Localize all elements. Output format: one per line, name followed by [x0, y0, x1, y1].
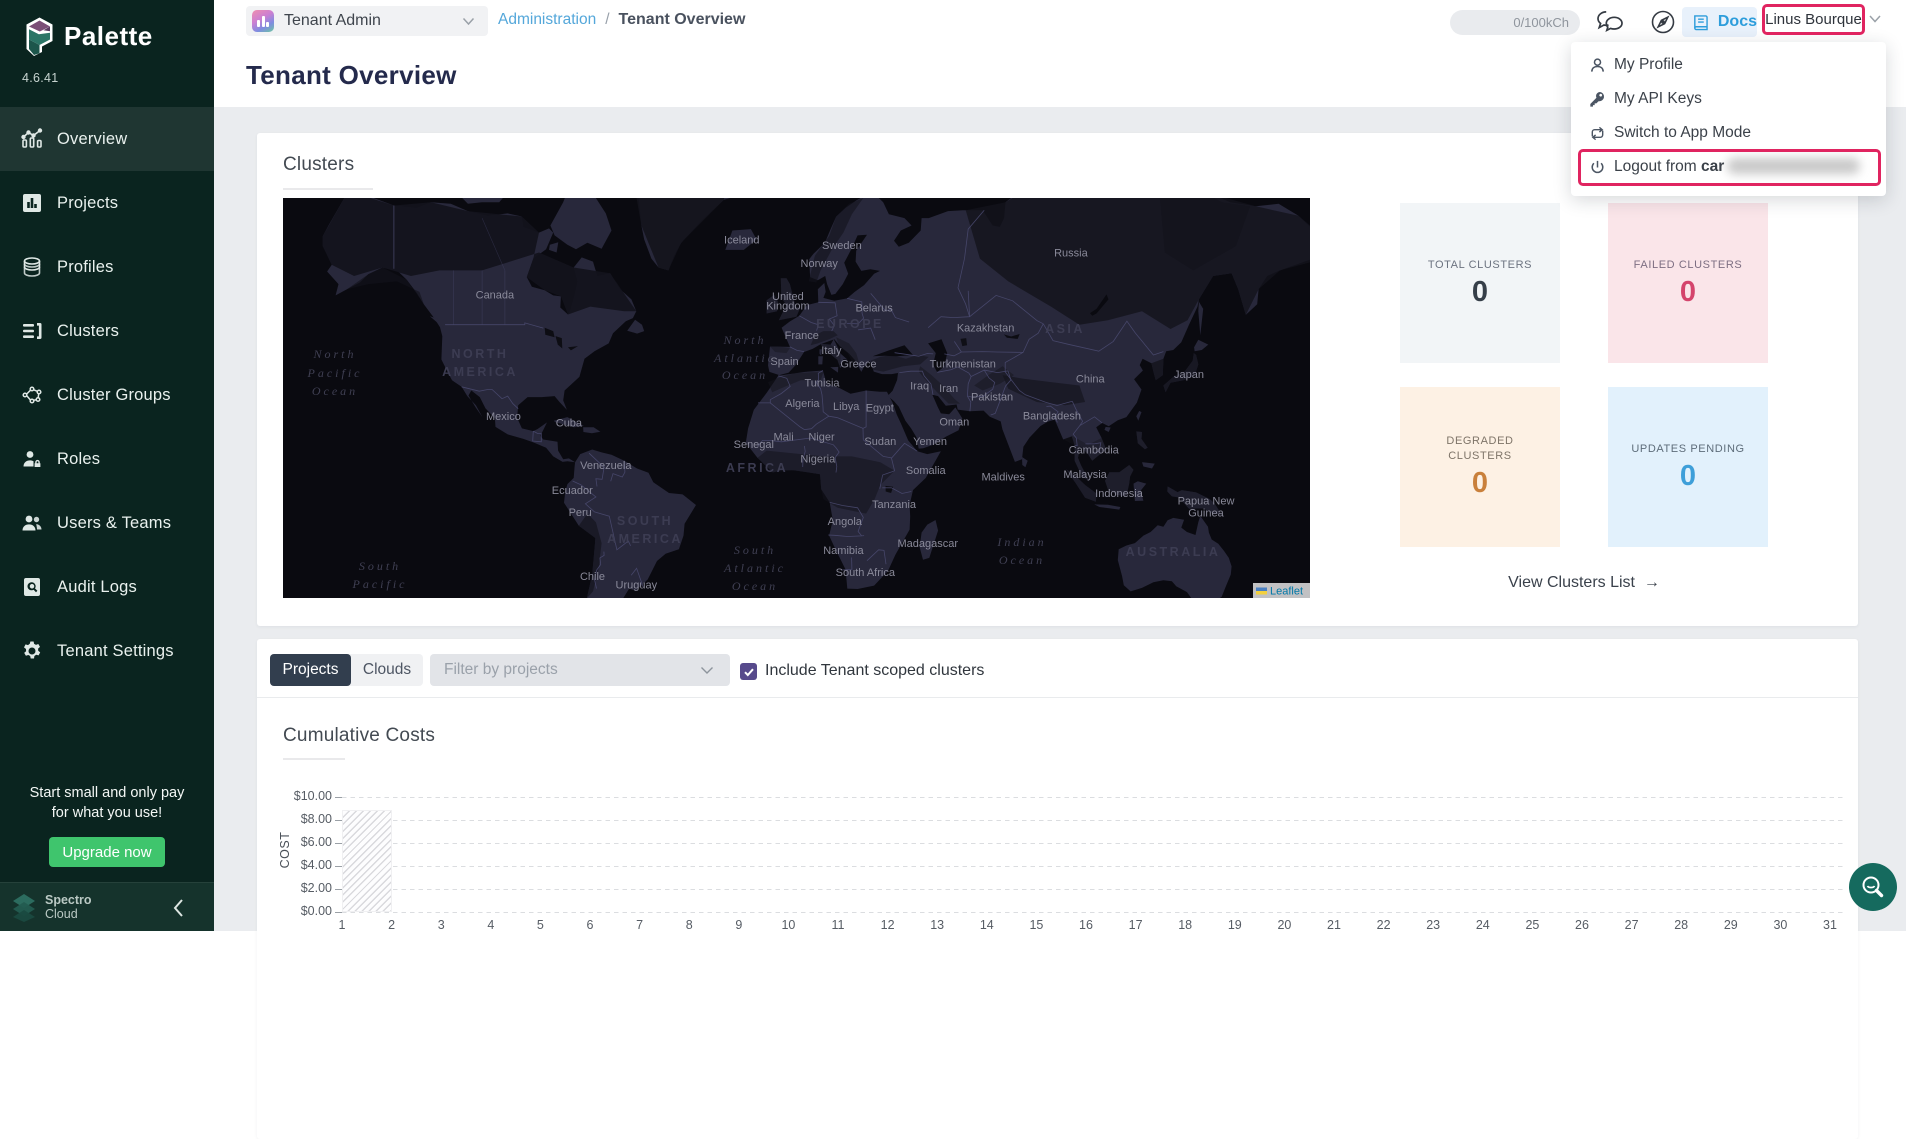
svg-text:Algeria: Algeria [785, 398, 820, 410]
svg-text:Pacific: Pacific [307, 366, 363, 380]
svg-text:Kazakhstan: Kazakhstan [957, 323, 1014, 335]
svg-text:Canada: Canada [476, 289, 515, 301]
svg-text:Ocean: Ocean [999, 553, 1045, 567]
svg-text:Pakistan: Pakistan [971, 392, 1013, 404]
svg-text:Venezuela: Venezuela [580, 460, 632, 472]
svg-text:SOUTH: SOUTH [617, 514, 673, 528]
svg-text:Chile: Chile [580, 571, 605, 583]
svg-text:China: China [1076, 374, 1106, 386]
svg-text:Papua New: Papua New [1178, 495, 1235, 507]
svg-text:Turkmenistan: Turkmenistan [930, 358, 996, 370]
svg-text:ASIA: ASIA [1045, 322, 1085, 336]
svg-text:Japan: Japan [1174, 369, 1204, 381]
svg-text:Namibia: Namibia [823, 545, 864, 557]
svg-text:Mali: Mali [774, 432, 794, 444]
svg-text:Norway: Norway [801, 258, 839, 270]
svg-text:Bangladesh: Bangladesh [1023, 410, 1081, 422]
svg-text:Indian: Indian [996, 535, 1046, 549]
svg-text:AMERICA: AMERICA [442, 365, 518, 379]
svg-text:EUROPE: EUROPE [816, 317, 884, 331]
svg-text:France: France [785, 330, 819, 342]
svg-text:Tunisia: Tunisia [804, 378, 840, 390]
svg-text:AUSTRALIA: AUSTRALIA [1126, 545, 1221, 559]
svg-text:Cambodia: Cambodia [1069, 445, 1120, 457]
svg-text:Somalia: Somalia [906, 465, 947, 477]
svg-text:AMERICA: AMERICA [607, 532, 683, 546]
svg-text:Peru: Peru [569, 507, 592, 519]
svg-text:Iceland: Iceland [724, 235, 759, 247]
svg-text:Iraq: Iraq [910, 381, 929, 393]
svg-text:Guinea: Guinea [1188, 507, 1224, 519]
svg-text:Maldives: Maldives [981, 472, 1025, 484]
svg-text:Ocean: Ocean [312, 384, 358, 398]
svg-text:Leaflet: Leaflet [1270, 586, 1303, 598]
svg-text:Niger: Niger [808, 432, 835, 444]
svg-text:Oman: Oman [939, 416, 969, 428]
svg-text:Ocean: Ocean [722, 368, 768, 382]
svg-text:Angola: Angola [828, 516, 863, 528]
svg-text:South: South [359, 559, 401, 573]
svg-text:South: South [734, 543, 776, 557]
svg-text:AFRICA: AFRICA [726, 461, 788, 475]
svg-text:Madagascar: Madagascar [898, 538, 959, 550]
svg-text:Belarus: Belarus [855, 303, 893, 315]
svg-text:Senegal: Senegal [734, 439, 774, 451]
svg-text:Italy: Italy [821, 345, 842, 357]
svg-text:Ocean: Ocean [732, 579, 778, 593]
svg-text:Cuba: Cuba [556, 417, 583, 429]
svg-text:North: North [722, 333, 766, 347]
svg-text:Kingdom: Kingdom [766, 301, 809, 313]
svg-text:Atlantic: Atlantic [723, 561, 786, 575]
svg-text:Mexico: Mexico [486, 411, 521, 423]
svg-text:Libya: Libya [833, 401, 860, 413]
svg-text:Sweden: Sweden [822, 240, 862, 252]
svg-text:Uruguay: Uruguay [616, 580, 658, 592]
svg-text:Pacific: Pacific [352, 577, 408, 591]
svg-text:Yemen: Yemen [913, 436, 947, 448]
svg-text:NORTH: NORTH [452, 347, 509, 361]
svg-text:Sudan: Sudan [864, 436, 896, 448]
svg-text:Malaysia: Malaysia [1063, 469, 1107, 481]
svg-text:Indonesia: Indonesia [1095, 488, 1144, 500]
svg-text:Atlantic: Atlantic [713, 351, 776, 365]
svg-text:Iran: Iran [939, 383, 958, 395]
svg-text:Egypt: Egypt [866, 402, 894, 414]
svg-text:Tanzania: Tanzania [872, 499, 917, 511]
svg-text:North: North [312, 347, 356, 361]
svg-text:Russia: Russia [1054, 248, 1089, 260]
svg-text:South Africa: South Africa [836, 567, 896, 579]
svg-text:Nigeria: Nigeria [800, 453, 836, 465]
svg-text:Ecuador: Ecuador [552, 485, 593, 497]
svg-text:Greece: Greece [840, 359, 876, 371]
